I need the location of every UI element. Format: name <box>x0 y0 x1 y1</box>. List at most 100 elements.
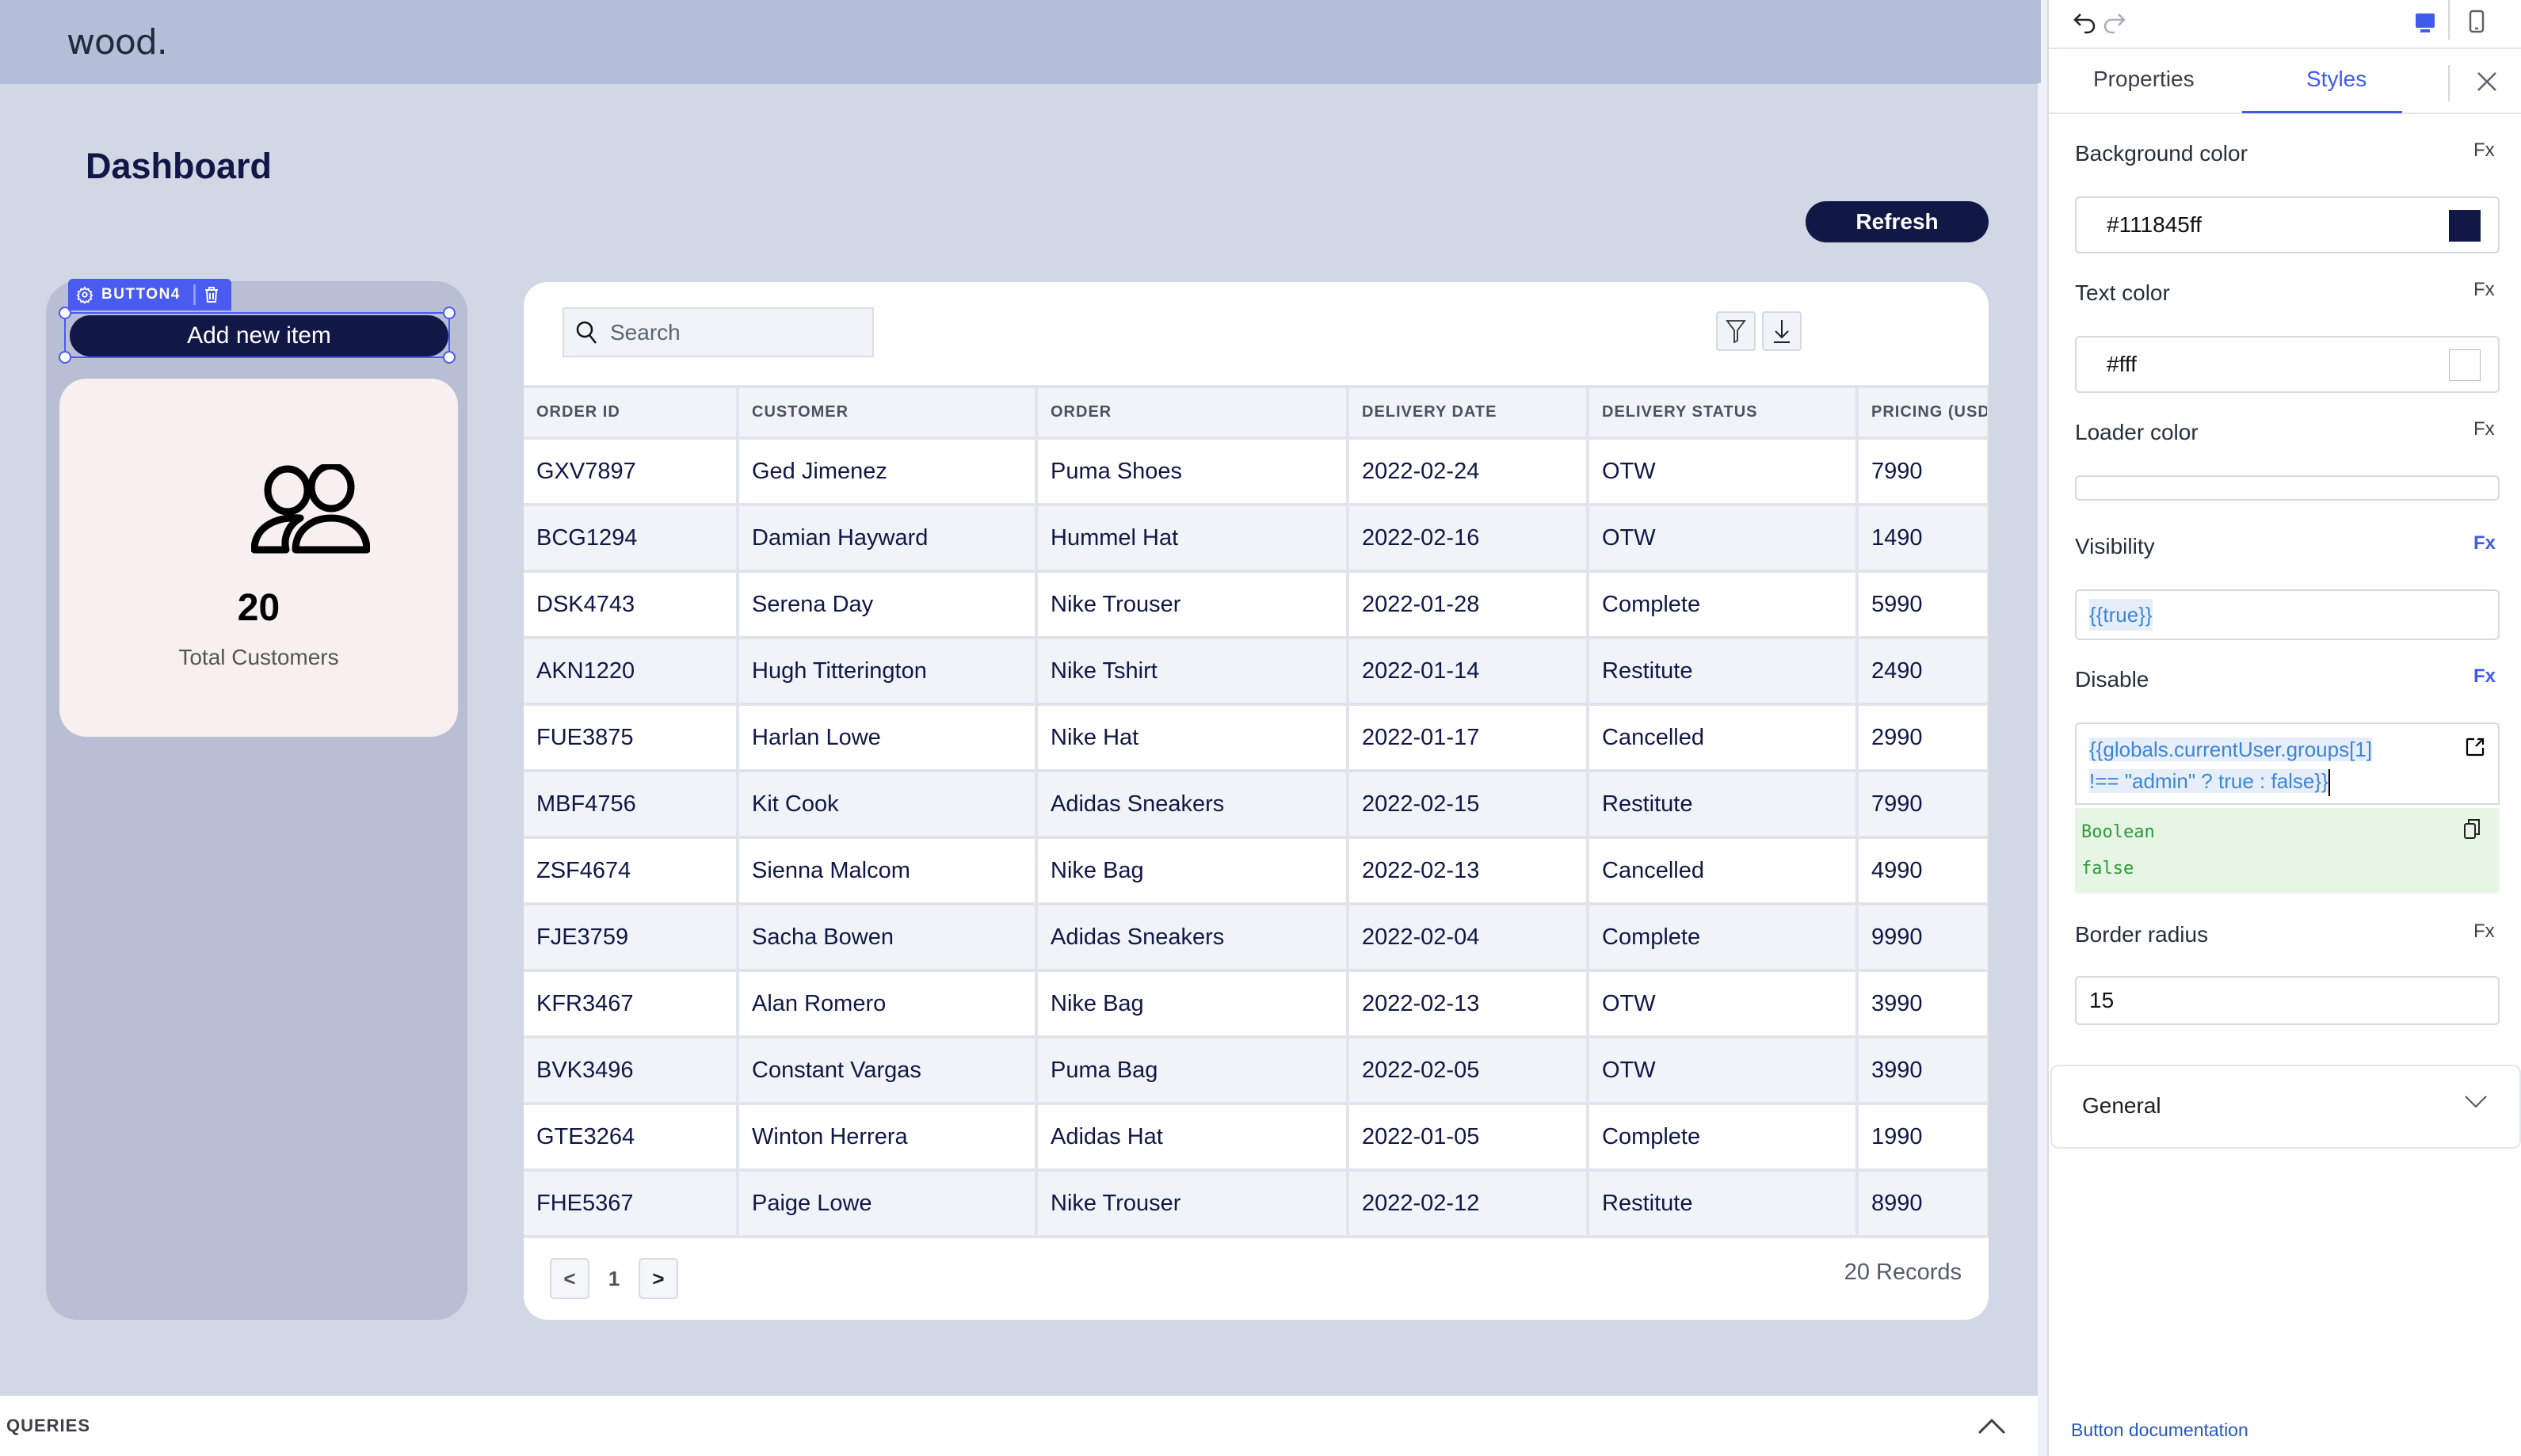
table-row[interactable]: GTE3264 Winton Herrera Adidas Hat 2022-01-0… <box>524 1103 1989 1172</box>
next-page-button[interactable]: > <box>639 1258 678 1299</box>
table-cell: Winton Herrera <box>738 1103 1038 1172</box>
copy-icon[interactable] <box>2463 818 2481 840</box>
disable-label: Disable <box>2075 667 2149 692</box>
table-row[interactable]: ZSF4674 Sienna Malcom Nike Bag 2022-02-13 Ca… <box>524 837 1989 905</box>
trash-icon[interactable] <box>204 286 219 303</box>
table-cell: ZSF4674 <box>524 837 739 905</box>
table-cell: Puma Shoes <box>1036 438 1349 506</box>
visibility-label: Visibility <box>2075 534 2155 558</box>
table-cell: Paige Lowe <box>738 1170 1038 1238</box>
redo-icon[interactable] <box>2101 11 2126 35</box>
table-row[interactable]: GXV7897 Ged Jimenez Puma Shoes 2022-02-24 OT… <box>524 438 1989 506</box>
total-customers-card: 20 Total Customers <box>59 379 458 737</box>
table-cell: 2490 <box>1857 638 1989 706</box>
panel-splitter[interactable] <box>2038 0 2049 1456</box>
table-cell: Nike Bag <box>1036 837 1349 905</box>
table-cell: 2022-02-04 <box>1348 904 1589 972</box>
queries-panel-bar[interactable]: QUERIES <box>0 1394 2038 1456</box>
table-cell: 3990 <box>1857 970 1989 1039</box>
scrollbar-thumb[interactable] <box>2038 0 2041 83</box>
fx-toggle[interactable]: Fx <box>2473 279 2495 301</box>
desktop-icon[interactable] <box>2413 11 2437 35</box>
table-row[interactable]: FUE3875 Harlan Lowe Nike Hat 2022-01-17 Canc… <box>524 704 1989 772</box>
text-color-value: #fff <box>2107 352 2137 376</box>
visibility-input[interactable]: {{true}} <box>2075 589 2500 640</box>
table-cell: 7990 <box>1857 438 1989 506</box>
download-icon <box>1774 320 1790 343</box>
table-row[interactable]: AKN1220 Hugh Titterington Nike Tshirt 2022-… <box>524 638 1989 706</box>
table-row[interactable]: BCG1294 Damian Hayward Hummel Hat 2022-02-1… <box>524 505 1989 573</box>
fx-toggle[interactable]: Fx <box>2473 139 2495 162</box>
disable-code-line: {{globals.currentUser.groups[1] <box>2089 738 2372 761</box>
loader-color-input[interactable] <box>2075 475 2500 501</box>
table-row[interactable]: MBF4756 Kit Cook Adidas Sneakers 2022-02-15… <box>524 771 1989 839</box>
fx-toggle-active[interactable]: Fx <box>2473 665 2496 688</box>
disable-code-line: !== "admin" ? true : false}} <box>2089 769 2328 793</box>
mobile-icon[interactable] <box>2468 10 2485 33</box>
queries-label: QUERIES <box>6 1416 91 1435</box>
search-box[interactable] <box>563 307 874 357</box>
refresh-button[interactable]: Refresh <box>1806 201 1989 242</box>
filter-icon <box>1726 320 1746 343</box>
tab-properties[interactable]: Properties <box>2093 67 2195 92</box>
table-row[interactable]: KFR3467 Alan Romero Nike Bag 2022-02-13 OTW 3… <box>524 970 1989 1039</box>
filter-button[interactable] <box>1716 311 1756 351</box>
border-radius-input[interactable]: 15 <box>2075 976 2500 1025</box>
table-cell: 1490 <box>1857 505 1989 573</box>
fx-toggle[interactable]: Fx <box>2473 418 2495 440</box>
table-cell: Nike Tshirt <box>1036 638 1349 706</box>
expand-editor-icon[interactable] <box>2465 737 2485 757</box>
color-swatch[interactable] <box>2449 349 2481 381</box>
result-value: false <box>2081 859 2134 879</box>
table-cell: 2022-02-24 <box>1348 438 1589 506</box>
table-row[interactable]: FJE3759 Sacha Bowen Adidas Sneakers 2022-02… <box>524 904 1989 972</box>
pagination: < 1 > <box>550 1258 678 1299</box>
table-cell: OTW <box>1588 970 1859 1039</box>
table-row[interactable]: BVK3496 Constant Vargas Puma Bag 2022-02-05… <box>524 1037 1989 1105</box>
column-header[interactable]: DELIVERY DATE <box>1348 385 1589 440</box>
resize-handle[interactable] <box>59 351 71 364</box>
component-name: BUTTON4 <box>101 286 181 303</box>
resize-handle[interactable] <box>443 307 456 319</box>
general-label: General <box>2082 1093 2161 1118</box>
table-cell: OTW <box>1588 505 1859 573</box>
table-row[interactable]: FHE5367 Paige Lowe Nike Trouser 2022-02-12 R… <box>524 1170 1989 1238</box>
table-cell: Hugh Titterington <box>738 638 1038 706</box>
disable-input[interactable]: {{globals.currentUser.groups[1] !== "adm… <box>2075 722 2500 805</box>
table-cell: BVK3496 <box>524 1037 739 1105</box>
text-color-input[interactable]: #fff <box>2075 336 2500 393</box>
button-documentation-link[interactable]: Button documentation <box>2071 1420 2248 1441</box>
table-cell: MBF4756 <box>524 771 739 839</box>
search-input[interactable] <box>610 319 848 345</box>
column-header[interactable]: CUSTOMER <box>738 385 1038 440</box>
column-header[interactable]: DELIVERY STATUS <box>1588 385 1859 440</box>
chevron-up-icon[interactable] <box>1978 1417 2006 1435</box>
resize-handle[interactable] <box>443 351 456 364</box>
download-button[interactable] <box>1762 311 1802 351</box>
tag-divider <box>193 284 196 305</box>
tab-divider <box>2448 65 2450 101</box>
table-cell: Cancelled <box>1588 837 1859 905</box>
color-swatch[interactable] <box>2449 210 2481 242</box>
fx-toggle-active[interactable]: Fx <box>2473 532 2496 555</box>
text-cursor <box>2328 768 2330 796</box>
gear-icon[interactable] <box>76 286 93 303</box>
table-cell: 2022-02-05 <box>1348 1037 1589 1105</box>
undo-icon[interactable] <box>2073 11 2098 35</box>
tab-styles[interactable]: Styles <box>2306 67 2367 92</box>
close-icon[interactable] <box>2475 70 2499 93</box>
fx-toggle[interactable]: Fx <box>2473 920 2495 943</box>
table-row[interactable]: DSK4743 Serena Day Nike Trouser 2022-01-28 C… <box>524 571 1989 639</box>
column-header[interactable]: ORDER ID <box>524 385 739 440</box>
table-cell: 8990 <box>1857 1170 1989 1238</box>
table-cell: 2022-01-17 <box>1348 704 1589 772</box>
table-cell: 9990 <box>1857 904 1989 972</box>
table-cell: Nike Hat <box>1036 704 1349 772</box>
background-color-input[interactable]: #111845ff <box>2075 196 2500 253</box>
prev-page-button[interactable]: < <box>550 1258 589 1299</box>
column-header[interactable]: ORDER <box>1036 385 1349 440</box>
component-tag[interactable]: BUTTON4 <box>68 279 231 311</box>
border-radius-value: 15 <box>2089 988 2115 1012</box>
column-header[interactable]: PRICING (USD <box>1857 385 1989 440</box>
general-section-toggle[interactable]: General <box>2050 1065 2521 1149</box>
